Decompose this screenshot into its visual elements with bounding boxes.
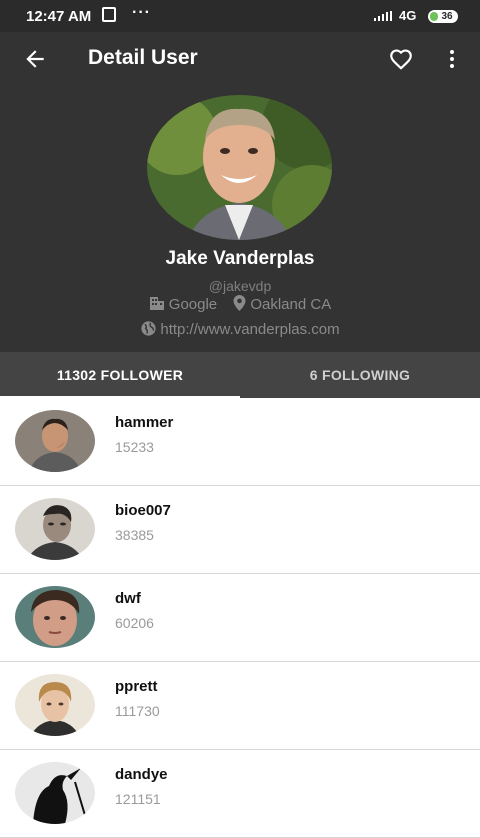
globe-icon: [141, 321, 156, 336]
building-icon: [149, 297, 164, 310]
company-text: Google: [168, 296, 218, 313]
battery-level: 36: [441, 11, 453, 22]
follower-id: 111730: [115, 703, 160, 719]
status-dots: ···: [132, 4, 151, 21]
location-pin-icon: [233, 295, 246, 311]
list-item[interactable]: bioe007 38385: [0, 486, 480, 574]
follower-id: 15233: [115, 439, 154, 455]
heart-outline-icon[interactable]: [388, 46, 414, 72]
profile-avatar: [147, 95, 332, 240]
follower-login: dandye: [115, 766, 168, 783]
tab-follower-label: 11302 FOLLOWER: [56, 367, 184, 383]
follower-login: pprett: [115, 678, 158, 695]
tab-following[interactable]: 6 FOLLOWING: [240, 352, 480, 398]
more-vertical-icon[interactable]: [444, 45, 460, 73]
follower-id: 121151: [115, 791, 161, 807]
profile-blog[interactable]: http://www.vanderplas.com: [0, 320, 480, 338]
company-info: Google: [149, 296, 217, 313]
arrow-left-icon[interactable]: [22, 46, 48, 72]
profile-header: Jake Vanderplas @jakevdp Google Oakland …: [0, 86, 480, 352]
list-item[interactable]: hammer 15233: [0, 398, 480, 486]
follower-login: bioe007: [115, 502, 171, 519]
profile-meta: Google Oakland CA: [0, 295, 480, 313]
follower-id: 38385: [115, 527, 154, 543]
app-bar: Detail User: [0, 32, 480, 86]
avatar: [15, 674, 95, 736]
profile-name: Jake Vanderplas: [165, 248, 315, 269]
profile-username: @jakevdp: [208, 278, 272, 294]
avatar: [15, 410, 95, 472]
status-bar: 12:47 AM ··· 4G 36: [0, 0, 480, 32]
usb-icon: [102, 7, 116, 22]
signal-icon: [374, 11, 394, 21]
list-item[interactable]: dwf 60206: [0, 574, 480, 662]
avatar: [15, 586, 95, 648]
battery-icon: 36: [428, 10, 458, 23]
tab-follower[interactable]: 11302 FOLLOWER: [0, 352, 240, 398]
list-item[interactable]: pprett 111730: [0, 662, 480, 750]
follower-login: dwf: [115, 590, 141, 607]
blog-link[interactable]: http://www.vanderplas.com: [160, 321, 339, 338]
follower-list[interactable]: hammer 15233 bioe007 38385 dwf 60206 ppr…: [0, 398, 480, 838]
location-text: Oakland CA: [250, 296, 332, 313]
tab-bar: 11302 FOLLOWER 6 FOLLOWING: [0, 352, 480, 398]
follower-login: hammer: [115, 414, 174, 431]
location-info: Oakland CA: [233, 295, 331, 313]
status-time: 12:47 AM: [26, 8, 92, 25]
tab-following-label: 6 FOLLOWING: [309, 367, 411, 383]
avatar: [15, 762, 95, 824]
list-item[interactable]: dandye 121151: [0, 750, 480, 838]
network-type: 4G: [399, 8, 417, 23]
page-title: Detail User: [88, 46, 198, 69]
follower-id: 60206: [115, 615, 154, 631]
avatar: [15, 498, 95, 560]
